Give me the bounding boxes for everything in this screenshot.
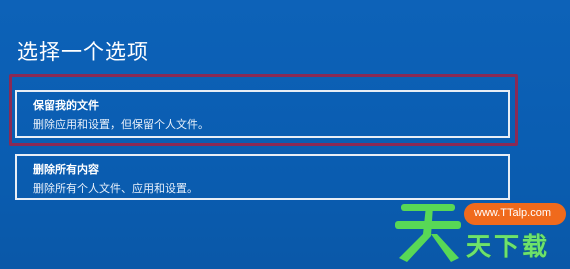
watermark-text: 天下载 [466,232,551,261]
remove-everything-option[interactable]: 删除所有内容 删除所有个人文件、应用和设置。 [15,154,510,200]
option-description: 删除所有个人文件、应用和设置。 [33,182,198,195]
reset-pc-screen: 选择一个选项 保留我的文件 删除应用和设置，但保留个人文件。 删除所有内容 删除… [0,0,570,269]
watermark-logo-icon [395,204,461,262]
option-description: 删除应用和设置，但保留个人文件。 [33,118,209,131]
option-title: 保留我的文件 [33,99,99,112]
option-title: 删除所有内容 [33,163,99,176]
page-title: 选择一个选项 [17,40,149,64]
watermark-url: www.TTalp.com [474,207,552,219]
keep-my-files-option[interactable]: 保留我的文件 删除应用和设置，但保留个人文件。 [15,90,510,138]
